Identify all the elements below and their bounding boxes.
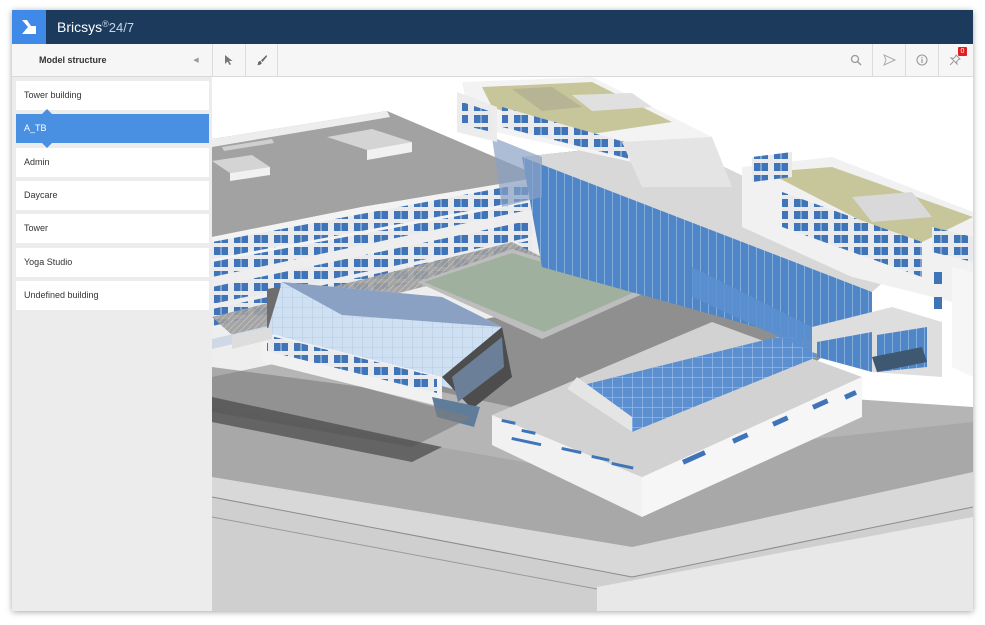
info-tool-button[interactable]: [905, 44, 938, 76]
tree-item-a-tb[interactable]: A_TB: [16, 109, 209, 148]
brand-name: Bricsys: [57, 19, 103, 35]
tree-item-tower-building[interactable]: Tower building: [16, 81, 209, 110]
brand-registered-mark: ®: [102, 19, 109, 29]
model-structure-panel: Tower building A_TB Admin Daycare Tower …: [12, 77, 212, 611]
send-arrow-icon: [882, 54, 896, 66]
search-tool-button[interactable]: [839, 44, 872, 76]
panel-title: Model structure: [39, 55, 107, 65]
tree-item-undefined-building[interactable]: Undefined building: [16, 281, 209, 310]
tree-item-daycare[interactable]: Daycare: [16, 181, 209, 210]
3d-model-viewport[interactable]: [212, 77, 973, 611]
pin-count-badge: 0: [958, 47, 967, 56]
tree-item-admin[interactable]: Admin: [16, 148, 209, 177]
title-bar: Bricsys®24/7: [12, 10, 973, 44]
info-circle-icon: [916, 54, 928, 66]
tree-item-yoga-studio[interactable]: Yoga Studio: [16, 248, 209, 277]
paint-brush-icon: [256, 55, 267, 66]
send-tool-button[interactable]: [872, 44, 905, 76]
select-tool-button[interactable]: [212, 44, 245, 76]
chevron-left-icon[interactable]: ◀: [190, 44, 202, 77]
app-brand: Bricsys®24/7: [57, 10, 134, 44]
building-model-render: [212, 77, 973, 611]
pin-tool-button[interactable]: 0: [938, 44, 971, 76]
magnifier-icon: [850, 54, 861, 66]
paint-tool-button[interactable]: [245, 44, 278, 76]
tree-item-tower[interactable]: Tower: [16, 214, 209, 243]
app-window: Bricsys®24/7 Model structure ◀ 0 Tower b…: [12, 10, 973, 611]
brand-version: 24/7: [108, 20, 135, 35]
bricsys-logo-icon[interactable]: [12, 10, 46, 44]
toolbar: Model structure ◀ 0: [12, 44, 973, 77]
cursor-arrow-icon: [225, 55, 233, 65]
